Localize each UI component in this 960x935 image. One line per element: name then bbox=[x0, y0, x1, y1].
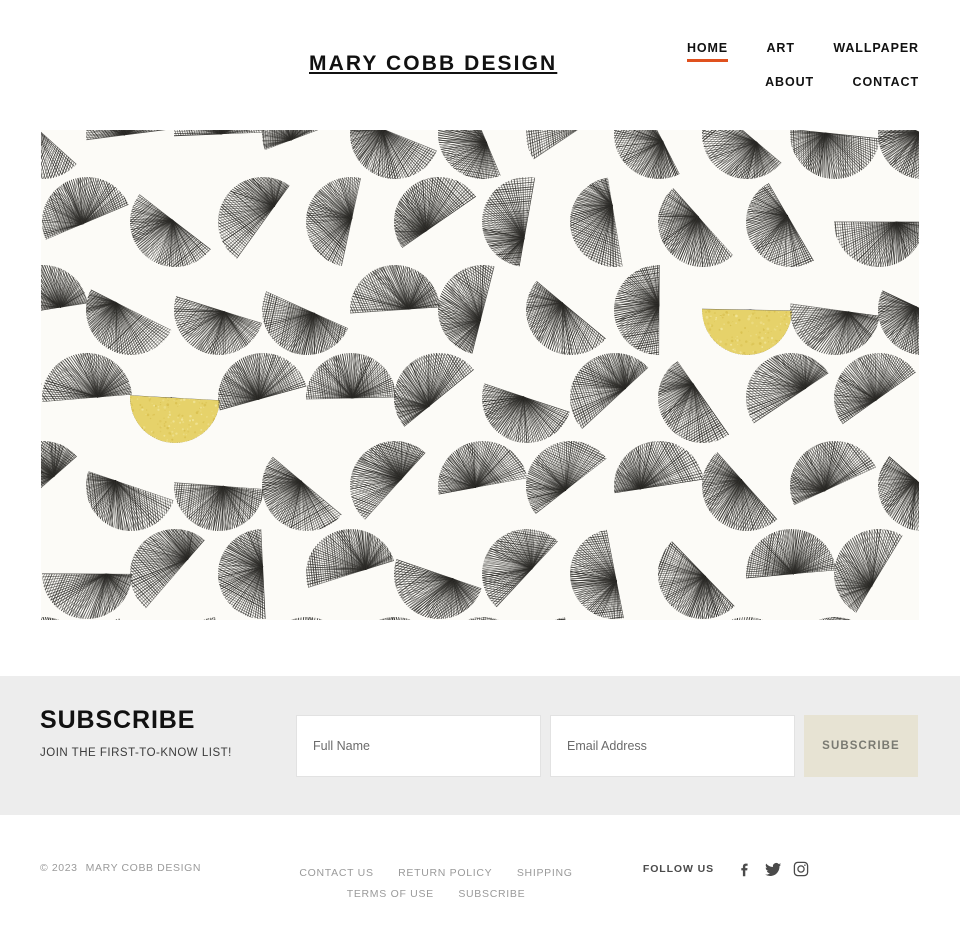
nav-item-art[interactable]: ART bbox=[767, 42, 795, 61]
site-header: MARY COBB DESIGN HOME ART WALLPAPER ABOU… bbox=[0, 0, 960, 130]
footer-link-return-policy[interactable]: RETURN POLICY bbox=[398, 864, 492, 883]
copyright-notice: © 2023 MARY COBB DESIGN bbox=[40, 862, 201, 874]
copyright-name: MARY COBB DESIGN bbox=[85, 862, 202, 874]
nav-item-contact[interactable]: CONTACT bbox=[853, 75, 919, 95]
instagram-icon[interactable] bbox=[790, 858, 812, 880]
footer-link-shipping[interactable]: SHIPPING bbox=[517, 864, 573, 883]
nav-item-home[interactable]: HOME bbox=[686, 42, 729, 61]
copyright-year: © 2023 bbox=[40, 862, 78, 874]
nav-item-about[interactable]: ABOUT bbox=[765, 75, 814, 95]
full-name-input[interactable] bbox=[296, 715, 541, 777]
hero-banner-image bbox=[41, 130, 919, 620]
nav-row-secondary: ABOUT CONTACT bbox=[629, 74, 919, 95]
page-root: MARY COBB DESIGN HOME ART WALLPAPER ABOU… bbox=[0, 0, 960, 935]
nav-row-primary: HOME ART WALLPAPER bbox=[629, 40, 919, 61]
site-footer: © 2023 MARY COBB DESIGN CONTACT US RETURN… bbox=[0, 815, 960, 935]
site-logo[interactable]: MARY COBB DESIGN bbox=[309, 52, 557, 76]
subscribe-subheading: JOIN THE FIRST-TO-KNOW LIST! bbox=[40, 747, 232, 759]
email-address-input[interactable] bbox=[550, 715, 795, 777]
subscribe-text-block: SUBSCRIBE JOIN THE FIRST-TO-KNOW LIST! bbox=[40, 706, 280, 760]
footer-link-terms-of-use[interactable]: TERMS OF USE bbox=[347, 885, 434, 904]
nav-item-wallpaper[interactable]: WALLPAPER bbox=[833, 42, 919, 61]
social-links: FOLLOW US bbox=[643, 858, 812, 880]
main-navigation: HOME ART WALLPAPER ABOUT CONTACT bbox=[629, 40, 919, 94]
subscribe-form: SUBSCRIBE bbox=[296, 715, 919, 777]
hero-pattern-graphic bbox=[41, 130, 919, 620]
footer-link-subscribe[interactable]: SUBSCRIBE bbox=[458, 885, 525, 904]
facebook-icon[interactable] bbox=[734, 858, 756, 880]
footer-links: CONTACT US RETURN POLICY SHIPPING TERMS … bbox=[236, 862, 636, 904]
footer-link-contact-us[interactable]: CONTACT US bbox=[299, 864, 373, 883]
twitter-icon[interactable] bbox=[762, 858, 784, 880]
subscribe-submit-button[interactable]: SUBSCRIBE bbox=[804, 715, 918, 777]
subscribe-heading: SUBSCRIBE bbox=[40, 706, 196, 734]
follow-us-label: FOLLOW US bbox=[642, 863, 714, 875]
